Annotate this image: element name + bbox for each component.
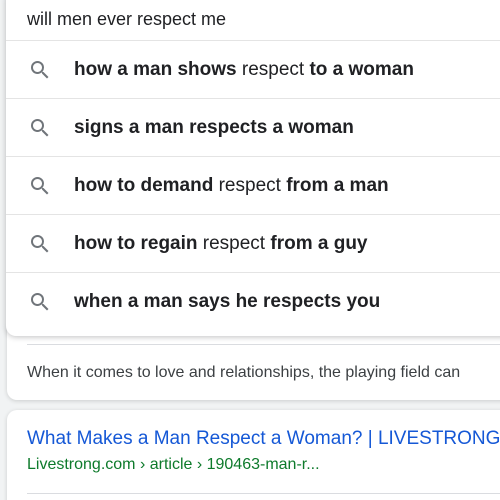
suggestion-item[interactable]: how to demand respect from a man: [6, 157, 500, 215]
search-icon: [31, 61, 49, 79]
suggestions-list: how a man shows respect to a woman signs …: [6, 40, 500, 330]
suggestion-bold-text: how to demand: [74, 175, 214, 196]
suggestion-bold-text: how to regain: [74, 233, 198, 254]
suggestion-normal-text: respect: [213, 175, 287, 196]
divider: [27, 493, 500, 494]
suggestion-item[interactable]: how a man shows respect to a woman: [6, 41, 500, 99]
suggestion-bold-text: how a man shows: [74, 59, 237, 80]
search-icon: [31, 119, 49, 137]
search-icon: [31, 293, 49, 311]
suggestion-bold-text: to a woman: [309, 59, 414, 80]
suggestion-bold-text: from a guy: [270, 233, 368, 254]
search-icon: [31, 177, 49, 195]
suggestion-text: how to regain respect from a guy: [74, 215, 368, 272]
search-result-card: What Makes a Man Respect a Woman? | LIVE…: [7, 410, 500, 500]
search-icon: [31, 235, 49, 253]
search-input[interactable]: [27, 0, 500, 38]
suggestion-normal-text: respect: [197, 233, 271, 254]
suggestion-text: signs a man respects a woman: [74, 99, 354, 156]
page: how a man shows respect to a woman signs …: [0, 0, 500, 500]
suggestion-normal-text: respect: [236, 59, 310, 80]
suggestion-text: when a man says he respects you: [74, 273, 380, 330]
suggestion-bold-text: signs a man respects a woman: [74, 117, 354, 138]
suggestion-item[interactable]: signs a man respects a woman: [6, 99, 500, 157]
suggestion-text: how to demand respect from a man: [74, 157, 389, 214]
suggestion-text: how a man shows respect to a woman: [74, 41, 414, 98]
suggestion-bold-text: when a man says he respects you: [74, 291, 381, 312]
snippet-text: When it comes to love and relationships,…: [27, 364, 461, 381]
suggestion-item[interactable]: when a man says he respects you: [6, 273, 500, 330]
result-title-link[interactable]: What Makes a Man Respect a Woman? | LIVE…: [27, 428, 500, 450]
result-url[interactable]: Livestrong.com › article › 190463-man-r.…: [27, 456, 320, 474]
suggestion-bold-text: from a man: [286, 175, 389, 196]
divider: [27, 344, 500, 345]
search-box-with-suggestions: how a man shows respect to a woman signs …: [6, 0, 500, 336]
suggestion-item[interactable]: how to regain respect from a guy: [6, 215, 500, 273]
